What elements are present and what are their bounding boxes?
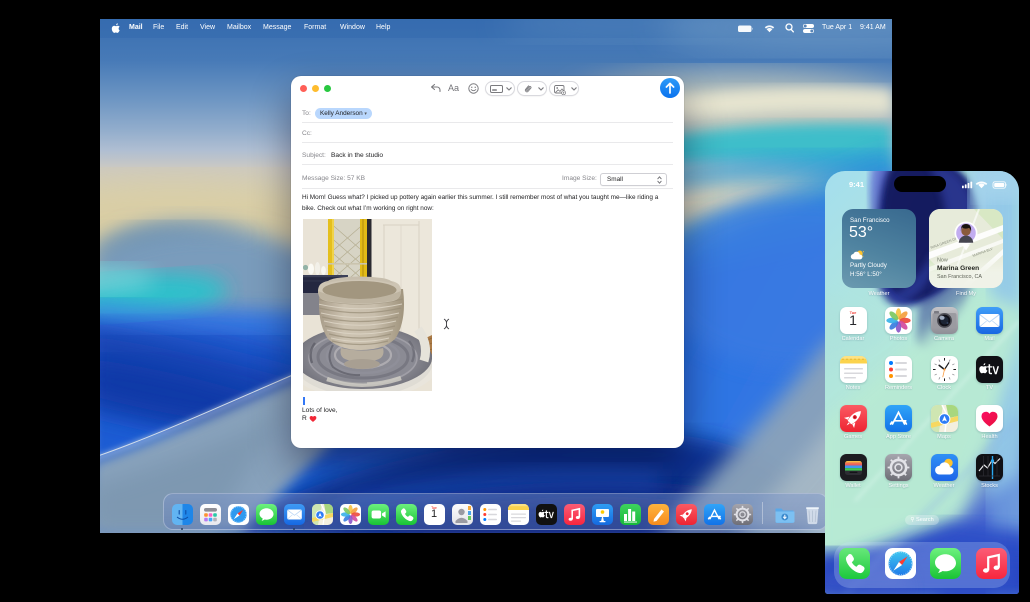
- svg-text:Marina Green: Marina Green: [937, 265, 979, 272]
- svg-text:San Francisco, CA: San Francisco, CA: [937, 274, 982, 280]
- svg-text:Now: Now: [937, 258, 948, 264]
